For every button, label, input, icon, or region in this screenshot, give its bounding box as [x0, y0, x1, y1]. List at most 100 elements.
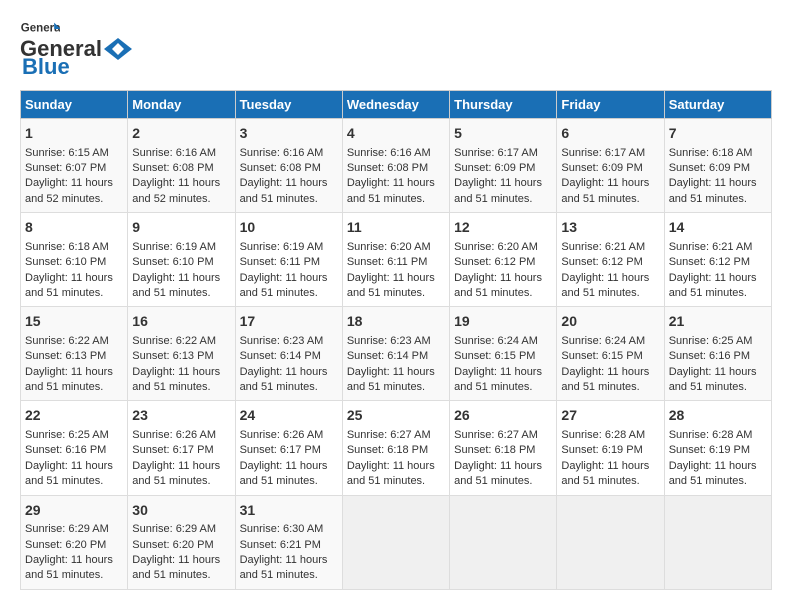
daylight-mins: and 51 minutes.: [25, 475, 103, 487]
calendar-cell: [664, 495, 771, 589]
daylight-mins: and 51 minutes.: [454, 381, 532, 393]
daylight-mins: and 51 minutes.: [132, 569, 210, 581]
day-number: 16: [132, 312, 230, 332]
calendar-cell: 31Sunrise: 6:30 AMSunset: 6:21 PMDayligh…: [235, 495, 342, 589]
daylight: Daylight: 11 hours: [25, 272, 113, 284]
daylight: Daylight: 11 hours: [669, 177, 757, 189]
calendar-cell: 27Sunrise: 6:28 AMSunset: 6:19 PMDayligh…: [557, 401, 664, 495]
sunrise: Sunrise: 6:26 AM: [132, 429, 216, 441]
daylight-mins: and 51 minutes.: [240, 381, 318, 393]
calendar-cell: 26Sunrise: 6:27 AMSunset: 6:18 PMDayligh…: [450, 401, 557, 495]
sunset: Sunset: 6:18 PM: [347, 444, 428, 456]
daylight-mins: and 51 minutes.: [132, 287, 210, 299]
day-number: 9: [132, 218, 230, 238]
sunset: Sunset: 6:15 PM: [454, 350, 535, 362]
sunrise: Sunrise: 6:18 AM: [669, 147, 753, 159]
daylight: Daylight: 11 hours: [669, 366, 757, 378]
sunrise: Sunrise: 6:20 AM: [347, 241, 431, 253]
weekday-header-monday: Monday: [128, 91, 235, 119]
sunset: Sunset: 6:12 PM: [454, 256, 535, 268]
sunrise: Sunrise: 6:28 AM: [669, 429, 753, 441]
day-number: 6: [561, 124, 659, 144]
sunrise: Sunrise: 6:17 AM: [561, 147, 645, 159]
daylight-mins: and 51 minutes.: [347, 475, 425, 487]
daylight: Daylight: 11 hours: [561, 177, 649, 189]
daylight: Daylight: 11 hours: [25, 554, 113, 566]
daylight: Daylight: 11 hours: [454, 177, 542, 189]
calendar-cell: 22 Sunrise: 6:25 AM Sunset: 6:16 PM Dayligh…: [21, 401, 128, 495]
weekday-header-thursday: Thursday: [450, 91, 557, 119]
daylight-mins: and 51 minutes.: [454, 287, 532, 299]
daylight: Daylight: 11 hours: [347, 272, 435, 284]
day-number: 29: [25, 501, 123, 521]
day-number: 15: [25, 312, 123, 332]
daylight-mins: and 51 minutes.: [561, 381, 639, 393]
daylight: Daylight: 11 hours: [240, 460, 328, 472]
daylight-mins: and 51 minutes.: [347, 381, 425, 393]
day-number: 20: [561, 312, 659, 332]
sunset: Sunset: 6:09 PM: [454, 162, 535, 174]
sunset: Sunset: 6:16 PM: [25, 444, 106, 456]
day-number: 13: [561, 218, 659, 238]
calendar-cell: 15Sunrise: 6:22 AMSunset: 6:13 PMDayligh…: [21, 307, 128, 401]
daylight-mins: and 51 minutes.: [240, 475, 318, 487]
daylight-mins: and 51 minutes.: [669, 475, 747, 487]
day-number: 5: [454, 124, 552, 144]
day-number: 31: [240, 501, 338, 521]
daylight: Daylight: 11 hours: [240, 177, 328, 189]
daylight-mins: and 51 minutes.: [454, 193, 532, 205]
sunrise: Sunrise: 6:23 AM: [347, 335, 431, 347]
logo: General General Blue: [20, 20, 132, 80]
sunset: Sunset: 6:14 PM: [240, 350, 321, 362]
sunset: Sunset: 6:08 PM: [347, 162, 428, 174]
sunrise: Sunrise: 6:20 AM: [454, 241, 538, 253]
sunset: Sunset: 6:13 PM: [132, 350, 213, 362]
sunrise: Sunrise: 6:28 AM: [561, 429, 645, 441]
sunset: Sunset: 6:20 PM: [132, 539, 213, 551]
logo-blue: Blue: [22, 54, 70, 80]
weekday-header-wednesday: Wednesday: [342, 91, 449, 119]
sunset: Sunset: 6:17 PM: [240, 444, 321, 456]
daylight: Daylight: 11 hours: [454, 272, 542, 284]
calendar-cell: [557, 495, 664, 589]
calendar-cell: 25Sunrise: 6:27 AMSunset: 6:18 PMDayligh…: [342, 401, 449, 495]
sunrise: Sunrise: 6:27 AM: [347, 429, 431, 441]
sunset: Sunset: 6:09 PM: [669, 162, 750, 174]
sunrise: Sunrise: 6:19 AM: [240, 241, 324, 253]
daylight: Daylight: 11 hours: [347, 177, 435, 189]
day-number: 3: [240, 124, 338, 144]
svg-text:General: General: [21, 23, 60, 35]
sunrise: Sunrise: 6:25 AM: [25, 429, 109, 441]
calendar-cell: 21Sunrise: 6:25 AMSunset: 6:16 PMDayligh…: [664, 307, 771, 401]
daylight-mins: and 51 minutes.: [240, 287, 318, 299]
daylight-mins: and 51 minutes.: [240, 193, 318, 205]
calendar-cell: 16Sunrise: 6:22 AMSunset: 6:13 PMDayligh…: [128, 307, 235, 401]
sunrise: Sunrise: 6:17 AM: [454, 147, 538, 159]
calendar-cell: 8Sunrise: 6:18 AMSunset: 6:10 PMDaylight…: [21, 213, 128, 307]
day-number: 24: [240, 406, 338, 426]
day-number: 19: [454, 312, 552, 332]
calendar-cell: 18Sunrise: 6:23 AMSunset: 6:14 PMDayligh…: [342, 307, 449, 401]
sunset: Sunset: 6:21 PM: [240, 539, 321, 551]
calendar-cell: 24Sunrise: 6:26 AMSunset: 6:17 PMDayligh…: [235, 401, 342, 495]
daylight-mins: and 52 minutes.: [25, 193, 103, 205]
daylight: Daylight: 11 hours: [25, 460, 113, 472]
page-header: General General Blue: [20, 20, 772, 80]
daylight: Daylight: 11 hours: [669, 460, 757, 472]
calendar-cell: 9Sunrise: 6:19 AMSunset: 6:10 PMDaylight…: [128, 213, 235, 307]
sunrise: Sunrise: 6:29 AM: [25, 523, 109, 535]
sunrise: Sunrise: 6:16 AM: [347, 147, 431, 159]
sunset: Sunset: 6:09 PM: [561, 162, 642, 174]
daylight: Daylight: 11 hours: [669, 272, 757, 284]
daylight-mins: and 51 minutes.: [25, 569, 103, 581]
sunrise: Sunrise: 6:22 AM: [25, 335, 109, 347]
day-number: 22: [25, 406, 123, 426]
sunrise: Sunrise: 6:21 AM: [669, 241, 753, 253]
daylight-mins: and 51 minutes.: [132, 475, 210, 487]
day-number: 17: [240, 312, 338, 332]
calendar-cell: 29Sunrise: 6:29 AMSunset: 6:20 PMDayligh…: [21, 495, 128, 589]
calendar-cell: 19Sunrise: 6:24 AMSunset: 6:15 PMDayligh…: [450, 307, 557, 401]
calendar-cell: 4Sunrise: 6:16 AMSunset: 6:08 PMDaylight…: [342, 119, 449, 213]
daylight: Daylight: 11 hours: [454, 460, 542, 472]
weekday-header-saturday: Saturday: [664, 91, 771, 119]
